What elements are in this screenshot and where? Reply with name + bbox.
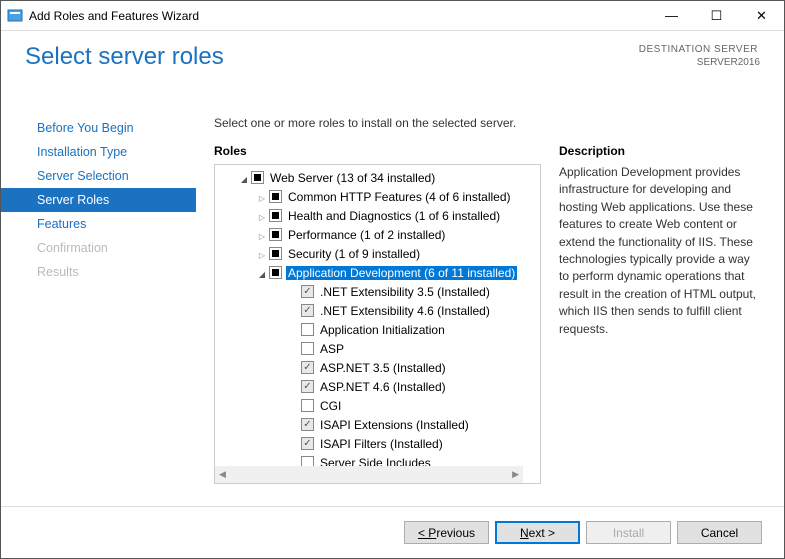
- sidebar-step-6: Results: [1, 260, 196, 284]
- page-title: Select server roles: [25, 43, 224, 96]
- tree-node-label[interactable]: .NET Extensibility 4.6 (Installed): [318, 304, 492, 318]
- previous-button[interactable]: < Previous: [404, 521, 489, 544]
- checkbox[interactable]: [301, 361, 314, 374]
- checkbox[interactable]: [301, 304, 314, 317]
- checkbox[interactable]: [301, 399, 314, 412]
- sidebar-step-3[interactable]: Server Roles: [1, 188, 196, 212]
- tree-node[interactable]: ASP.NET 4.6 (Installed): [215, 377, 540, 396]
- body: Before You BeginInstallation TypeServer …: [1, 96, 784, 506]
- footer: < Previous Next > Install Cancel: [1, 506, 784, 558]
- checkbox[interactable]: [269, 247, 282, 260]
- tree-node-label[interactable]: .NET Extensibility 3.5 (Installed): [318, 285, 492, 299]
- tree-node[interactable]: ASP.NET 3.5 (Installed): [215, 358, 540, 377]
- titlebar: Add Roles and Features Wizard — ☐ ✕: [1, 1, 784, 31]
- roles-column: Roles Web Server (13 of 34 installed) Com…: [214, 144, 541, 506]
- tree-node[interactable]: Web Server (13 of 34 installed): [215, 168, 540, 187]
- tree-node[interactable]: CGI: [215, 396, 540, 415]
- app-icon: [7, 8, 23, 24]
- tree-node-label[interactable]: Security (1 of 9 installed): [286, 247, 422, 261]
- tree-node-label[interactable]: Application Initialization: [318, 323, 447, 337]
- tree-node[interactable]: Application Initialization: [215, 320, 540, 339]
- expander-icon[interactable]: [255, 247, 269, 261]
- destination-label: DESTINATION SERVER: [637, 43, 760, 56]
- tree-node-label[interactable]: Application Development (6 of 11 install…: [286, 266, 517, 280]
- tree-node-label[interactable]: Common HTTP Features (4 of 6 installed): [286, 190, 513, 204]
- checkbox[interactable]: [269, 228, 282, 241]
- checkbox[interactable]: [269, 190, 282, 203]
- horizontal-scrollbar[interactable]: ◀▶: [215, 466, 523, 483]
- tree-node-label[interactable]: ISAPI Filters (Installed): [318, 437, 445, 451]
- tree-node[interactable]: Performance (1 of 2 installed): [215, 225, 540, 244]
- checkbox[interactable]: [269, 209, 282, 222]
- tree-node-label[interactable]: ASP.NET 3.5 (Installed): [318, 361, 448, 375]
- main: Select one or more roles to install on t…: [196, 96, 784, 506]
- checkbox[interactable]: [301, 437, 314, 450]
- tree-node[interactable]: Health and Diagnostics (1 of 6 installed…: [215, 206, 540, 225]
- checkbox[interactable]: [301, 380, 314, 393]
- expander-icon[interactable]: [237, 171, 251, 185]
- maximize-button[interactable]: ☐: [694, 1, 739, 30]
- tree-node-label[interactable]: Health and Diagnostics (1 of 6 installed…: [286, 209, 502, 223]
- sidebar-step-4[interactable]: Features: [1, 212, 196, 236]
- tree-node[interactable]: Common HTTP Features (4 of 6 installed): [215, 187, 540, 206]
- destination-value: SERVER2016: [637, 56, 760, 69]
- roles-tree-container: Web Server (13 of 34 installed) Common HT…: [214, 164, 541, 484]
- description-column: Description Application Development prov…: [559, 144, 760, 506]
- tree-node[interactable]: .NET Extensibility 3.5 (Installed): [215, 282, 540, 301]
- sidebar: Before You BeginInstallation TypeServer …: [1, 96, 196, 506]
- tree-node[interactable]: ISAPI Filters (Installed): [215, 434, 540, 453]
- next-button[interactable]: Next >: [495, 521, 580, 544]
- roles-tree[interactable]: Web Server (13 of 34 installed) Common HT…: [215, 165, 540, 483]
- sidebar-step-2[interactable]: Server Selection: [1, 164, 196, 188]
- expander-icon[interactable]: [255, 266, 269, 280]
- tree-node-label[interactable]: Web Server (13 of 34 installed): [268, 171, 437, 185]
- checkbox[interactable]: [301, 342, 314, 355]
- checkbox[interactable]: [301, 323, 314, 336]
- sidebar-step-0[interactable]: Before You Begin: [1, 116, 196, 140]
- header: Select server roles DESTINATION SERVER S…: [1, 31, 784, 96]
- destination-server: DESTINATION SERVER SERVER2016: [637, 43, 760, 96]
- checkbox[interactable]: [251, 171, 264, 184]
- checkbox[interactable]: [301, 418, 314, 431]
- sidebar-step-5: Confirmation: [1, 236, 196, 260]
- minimize-button[interactable]: —: [649, 1, 694, 30]
- window-title: Add Roles and Features Wizard: [29, 9, 649, 23]
- tree-node[interactable]: Security (1 of 9 installed): [215, 244, 540, 263]
- checkbox[interactable]: [269, 266, 282, 279]
- expander-icon[interactable]: [255, 190, 269, 204]
- tree-node-label[interactable]: ISAPI Extensions (Installed): [318, 418, 471, 432]
- sidebar-step-1[interactable]: Installation Type: [1, 140, 196, 164]
- expander-icon[interactable]: [255, 209, 269, 223]
- tree-node[interactable]: .NET Extensibility 4.6 (Installed): [215, 301, 540, 320]
- tree-node-label[interactable]: ASP: [318, 342, 346, 356]
- expander-icon[interactable]: [255, 228, 269, 242]
- description-text: Application Development provides infrast…: [559, 164, 760, 338]
- description-heading: Description: [559, 144, 760, 158]
- checkbox[interactable]: [301, 285, 314, 298]
- close-button[interactable]: ✕: [739, 1, 784, 30]
- cancel-button[interactable]: Cancel: [677, 521, 762, 544]
- tree-node-label[interactable]: Performance (1 of 2 installed): [286, 228, 447, 242]
- tree-node[interactable]: ISAPI Extensions (Installed): [215, 415, 540, 434]
- roles-heading: Roles: [214, 144, 541, 158]
- tree-node[interactable]: Application Development (6 of 11 install…: [215, 263, 540, 282]
- tree-node-label[interactable]: ASP.NET 4.6 (Installed): [318, 380, 448, 394]
- tree-node[interactable]: ASP: [215, 339, 540, 358]
- install-button: Install: [586, 521, 671, 544]
- tree-node-label[interactable]: CGI: [318, 399, 343, 413]
- instruction-text: Select one or more roles to install on t…: [214, 116, 760, 130]
